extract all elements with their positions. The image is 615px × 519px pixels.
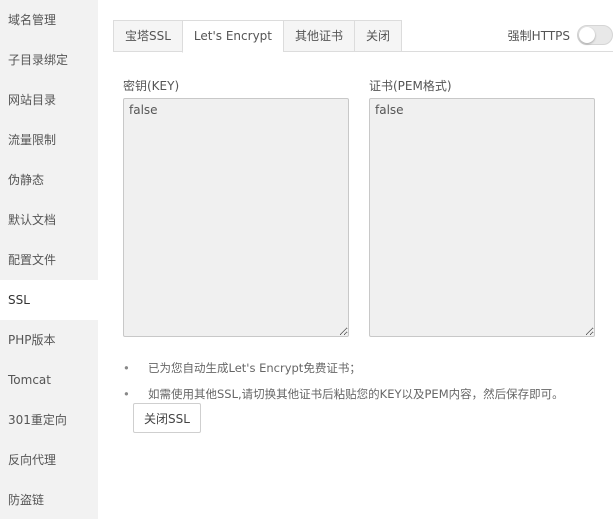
sidebar-item-php-version[interactable]: PHP版本 (0, 320, 98, 360)
sidebar-item-hotlink-protection[interactable]: 防盗链 (0, 480, 98, 519)
sidebar-item-tomcat[interactable]: Tomcat (0, 360, 98, 400)
sidebar-item-traffic-limit[interactable]: 流量限制 (0, 120, 98, 160)
sidebar-item-redirect-301[interactable]: 301重定向 (0, 400, 98, 440)
sidebar-item-site-dir[interactable]: 网站目录 (0, 80, 98, 120)
force-https-label: 强制HTTPS (507, 28, 570, 43)
sidebar-item-domain[interactable]: 域名管理 (0, 0, 98, 40)
tab-other-cert[interactable]: 其他证书 (283, 20, 355, 52)
tab-bt-ssl[interactable]: 宝塔SSL (113, 20, 182, 52)
sidebar-item-config-file[interactable]: 配置文件 (0, 240, 98, 280)
sidebar-item-rewrite[interactable]: 伪静态 (0, 160, 98, 200)
sidebar-item-subdir-binding[interactable]: 子目录绑定 (0, 40, 98, 80)
sidebar-item-default-doc[interactable]: 默认文档 (0, 200, 98, 240)
ssl-panel: 宝塔SSL Let's Encrypt 其他证书 关闭 强制HTTPS 密钥(K… (113, 20, 613, 519)
tab-list: 宝塔SSL Let's Encrypt 其他证书 关闭 (113, 20, 403, 53)
pem-field-group: 证书(PEM格式) false (369, 78, 595, 337)
sidebar: 域名管理 子目录绑定 网站目录 流量限制 伪静态 默认文档 配置文件 SSL P… (0, 0, 98, 519)
force-https-toggle[interactable] (577, 25, 613, 45)
key-field-group: 密钥(KEY) false (123, 78, 349, 337)
note-auto-generated: 已为您自动生成Let's Encrypt免费证书； (123, 358, 613, 384)
toggle-knob (579, 27, 595, 43)
sidebar-item-reverse-proxy[interactable]: 反向代理 (0, 440, 98, 480)
tab-close[interactable]: 关闭 (354, 20, 403, 52)
force-https: 强制HTTPS (508, 23, 613, 47)
sidebar-item-ssl[interactable]: SSL (0, 280, 98, 320)
key-textarea[interactable]: false (123, 98, 349, 337)
pem-textarea[interactable]: false (369, 98, 595, 337)
tab-bar: 宝塔SSL Let's Encrypt 其他证书 关闭 强制HTTPS (113, 20, 613, 53)
tab-lets-encrypt[interactable]: Let's Encrypt (181, 20, 283, 53)
pem-field-label: 证书(PEM格式) (369, 79, 452, 93)
key-field-label: 密钥(KEY) (123, 79, 180, 93)
close-ssl-button[interactable]: 关闭SSL (133, 403, 201, 433)
